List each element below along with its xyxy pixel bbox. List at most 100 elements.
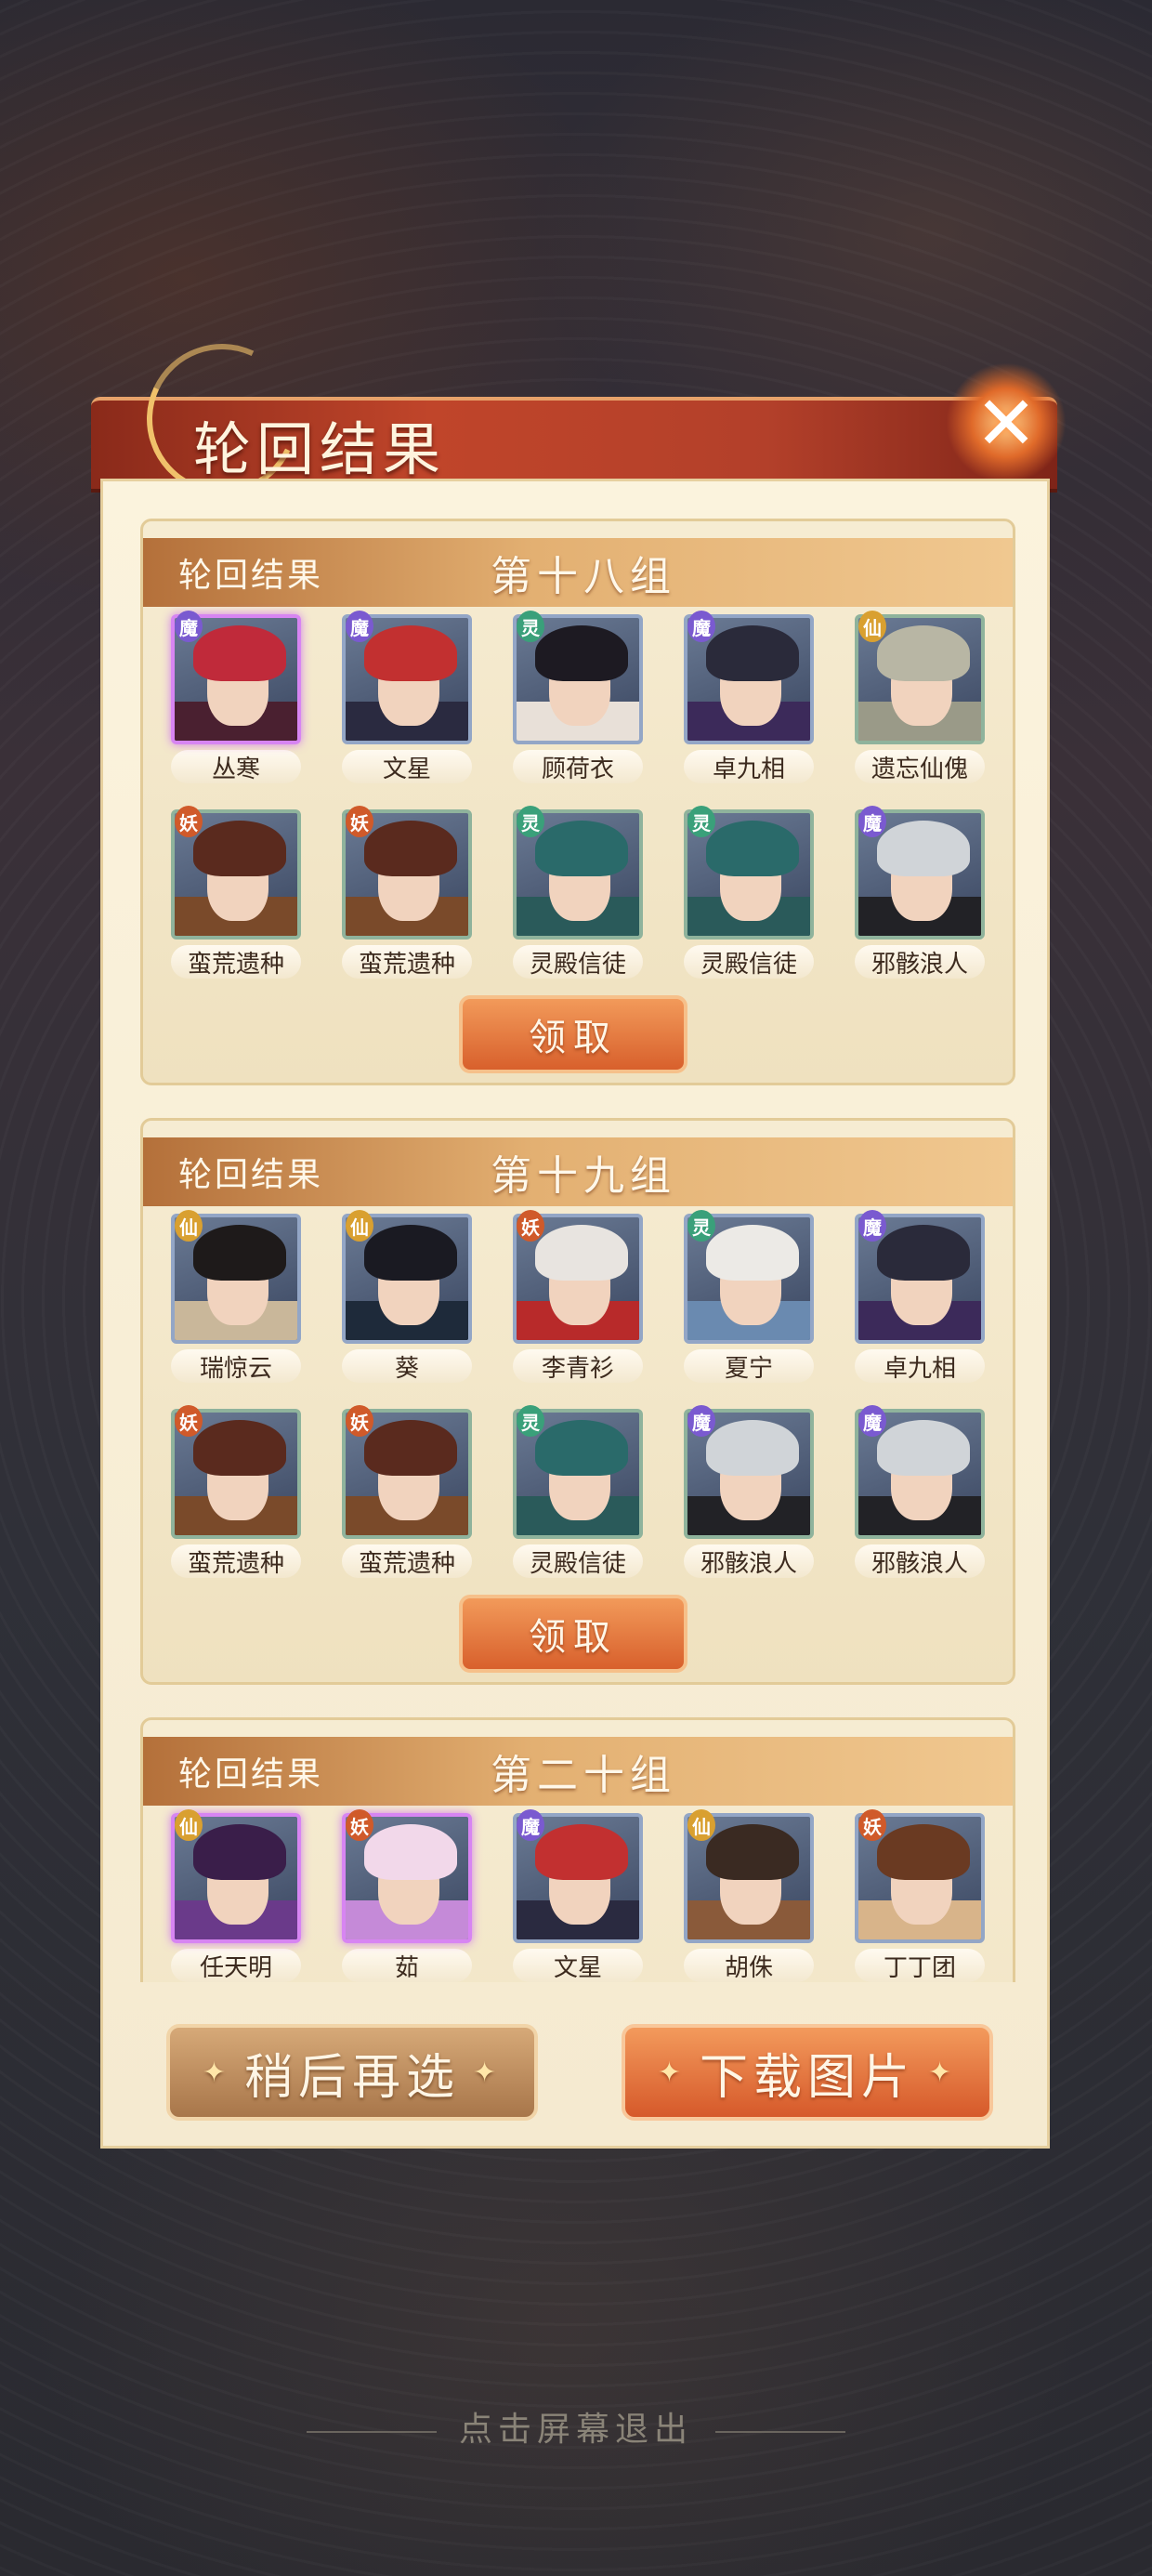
- character-card[interactable]: 仙胡侏: [684, 1809, 814, 1982]
- faction-badge: 魔: [346, 611, 373, 642]
- portrait-hair: [193, 1225, 286, 1281]
- faction-badge: 妖: [175, 806, 203, 837]
- faction-badge: 魔: [517, 1809, 544, 1841]
- character-card[interactable]: 仙任天明: [171, 1809, 301, 1982]
- faction-badge: 魔: [687, 611, 715, 642]
- faction-badge: 灵: [687, 1210, 715, 1242]
- character-card[interactable]: 魔卓九相: [684, 611, 814, 783]
- character-name: 丛寒: [171, 750, 301, 783]
- portrait-hair: [193, 1824, 286, 1880]
- faction-badge: 灵: [517, 611, 544, 642]
- portrait-hair: [706, 1420, 799, 1476]
- modal-title: 轮回结果: [193, 415, 447, 483]
- character-card[interactable]: 魔文星: [342, 611, 472, 783]
- faction-badge: 妖: [346, 806, 373, 837]
- group-name: 第二十组: [491, 1752, 677, 1799]
- result-group: 轮回结果 第十八组魔丛寒魔文星灵顾荷衣魔卓九相仙遗忘仙傀妖蛮荒遗种妖蛮荒遗种灵灵殿…: [140, 519, 1015, 1085]
- portrait-hair: [364, 1225, 457, 1281]
- portrait-hair: [535, 1225, 628, 1281]
- character-card[interactable]: 仙葵: [342, 1210, 472, 1383]
- character-card[interactable]: 魔卓九相: [855, 1210, 985, 1383]
- portrait-hair: [193, 625, 286, 681]
- character-name: 茹: [342, 1949, 472, 1982]
- character-name: 文星: [513, 1949, 643, 1982]
- character-card[interactable]: 灵灵殿信徒: [684, 806, 814, 979]
- portrait-hair: [877, 1420, 970, 1476]
- group-name: 第十九组: [491, 1152, 677, 1200]
- portrait-hair: [706, 1824, 799, 1880]
- character-card[interactable]: 妖丁丁团: [855, 1809, 985, 1982]
- faction-badge: 妖: [175, 1405, 203, 1437]
- sparkle-icon: ✦: [473, 2056, 503, 2089]
- download-image-button[interactable]: ✦ 下载图片 ✦: [622, 2024, 993, 2121]
- character-card[interactable]: 妖李青衫: [513, 1210, 643, 1383]
- character-card[interactable]: 妖茹: [342, 1809, 472, 1982]
- faction-badge: 魔: [687, 1405, 715, 1437]
- character-name: 卓九相: [855, 1349, 985, 1383]
- character-grid: 仙任天明妖茹魔文星仙胡侏妖丁丁团: [171, 1809, 988, 1982]
- sparkle-icon: ✦: [928, 2056, 958, 2089]
- results-scroll-list[interactable]: 轮回结果 第十八组魔丛寒魔文星灵顾荷衣魔卓九相仙遗忘仙傀妖蛮荒遗种妖蛮荒遗种灵灵殿…: [140, 519, 1015, 1982]
- faction-badge: 魔: [858, 1405, 886, 1437]
- choose-later-button[interactable]: ✦ 稍后再选 ✦: [166, 2024, 538, 2121]
- character-card[interactable]: 妖蛮荒遗种: [342, 806, 472, 979]
- portrait-hair: [364, 1420, 457, 1476]
- faction-badge: 魔: [858, 1210, 886, 1242]
- portrait-hair: [877, 821, 970, 876]
- character-card[interactable]: 灵灵殿信徒: [513, 1405, 643, 1578]
- result-modal: 轮回结果 ✕ 轮回结果 第十八组魔丛寒魔文星灵顾荷衣魔卓九相仙遗忘仙傀妖蛮荒遗种妖…: [91, 322, 1067, 2149]
- faction-badge: 妖: [346, 1809, 373, 1841]
- character-card[interactable]: 魔邪骸浪人: [855, 1405, 985, 1578]
- character-card[interactable]: 妖蛮荒遗种: [171, 1405, 301, 1578]
- portrait-hair: [535, 821, 628, 876]
- character-card[interactable]: 妖蛮荒遗种: [342, 1405, 472, 1578]
- character-name: 邪骸浪人: [855, 945, 985, 979]
- claim-button[interactable]: 领取: [459, 995, 687, 1073]
- close-button[interactable]: ✕: [946, 362, 1067, 483]
- character-card[interactable]: 魔文星: [513, 1809, 643, 1982]
- character-card[interactable]: 灵夏宁: [684, 1210, 814, 1383]
- character-name: 瑞惊云: [171, 1349, 301, 1383]
- group-label: 轮回结果: [178, 1755, 324, 1794]
- portrait-hair: [877, 1824, 970, 1880]
- divider: [715, 2431, 845, 2433]
- faction-badge: 灵: [687, 806, 715, 837]
- exit-hint[interactable]: 点击屏幕退出: [0, 2402, 1152, 2451]
- character-name: 顾荷衣: [513, 750, 643, 783]
- character-card[interactable]: 灵顾荷衣: [513, 611, 643, 783]
- portrait-hair: [193, 1420, 286, 1476]
- character-name: 文星: [342, 750, 472, 783]
- character-name: 任天明: [171, 1949, 301, 1982]
- character-card[interactable]: 仙瑞惊云: [171, 1210, 301, 1383]
- result-panel: 轮回结果 第十八组魔丛寒魔文星灵顾荷衣魔卓九相仙遗忘仙傀妖蛮荒遗种妖蛮荒遗种灵灵殿…: [100, 479, 1050, 2149]
- character-name: 灵殿信徒: [513, 945, 643, 979]
- group-label: 轮回结果: [178, 1156, 324, 1194]
- character-name: 夏宁: [684, 1349, 814, 1383]
- portrait-hair: [877, 1225, 970, 1281]
- portrait-hair: [877, 625, 970, 681]
- portrait-hair: [535, 1420, 628, 1476]
- result-group: 轮回结果 第十九组仙瑞惊云仙葵妖李青衫灵夏宁魔卓九相妖蛮荒遗种妖蛮荒遗种灵灵殿信徒…: [140, 1118, 1015, 1685]
- close-icon: ✕: [975, 379, 1038, 467]
- portrait-hair: [535, 1824, 628, 1880]
- claim-button[interactable]: 领取: [459, 1595, 687, 1673]
- character-card[interactable]: 魔邪骸浪人: [855, 806, 985, 979]
- group-label: 轮回结果: [178, 557, 324, 595]
- faction-badge: 仙: [175, 1210, 203, 1242]
- character-card[interactable]: 仙遗忘仙傀: [855, 611, 985, 783]
- character-grid: 魔丛寒魔文星灵顾荷衣魔卓九相仙遗忘仙傀妖蛮荒遗种妖蛮荒遗种灵灵殿信徒灵灵殿信徒魔…: [171, 611, 988, 979]
- character-name: 遗忘仙傀: [855, 750, 985, 783]
- group-header: 轮回结果 第二十组: [143, 1737, 1013, 1806]
- character-name: 灵殿信徒: [684, 945, 814, 979]
- faction-badge: 仙: [858, 611, 886, 642]
- character-card[interactable]: 妖蛮荒遗种: [171, 806, 301, 979]
- faction-badge: 灵: [517, 806, 544, 837]
- group-header: 轮回结果 第十九组: [143, 1137, 1013, 1206]
- sparkle-icon: ✦: [657, 2056, 687, 2089]
- character-card[interactable]: 魔丛寒: [171, 611, 301, 783]
- character-card[interactable]: 灵灵殿信徒: [513, 806, 643, 979]
- portrait-hair: [706, 1225, 799, 1281]
- sparkle-icon: ✦: [202, 2056, 231, 2089]
- character-name: 蛮荒遗种: [171, 945, 301, 979]
- character-card[interactable]: 魔邪骸浪人: [684, 1405, 814, 1578]
